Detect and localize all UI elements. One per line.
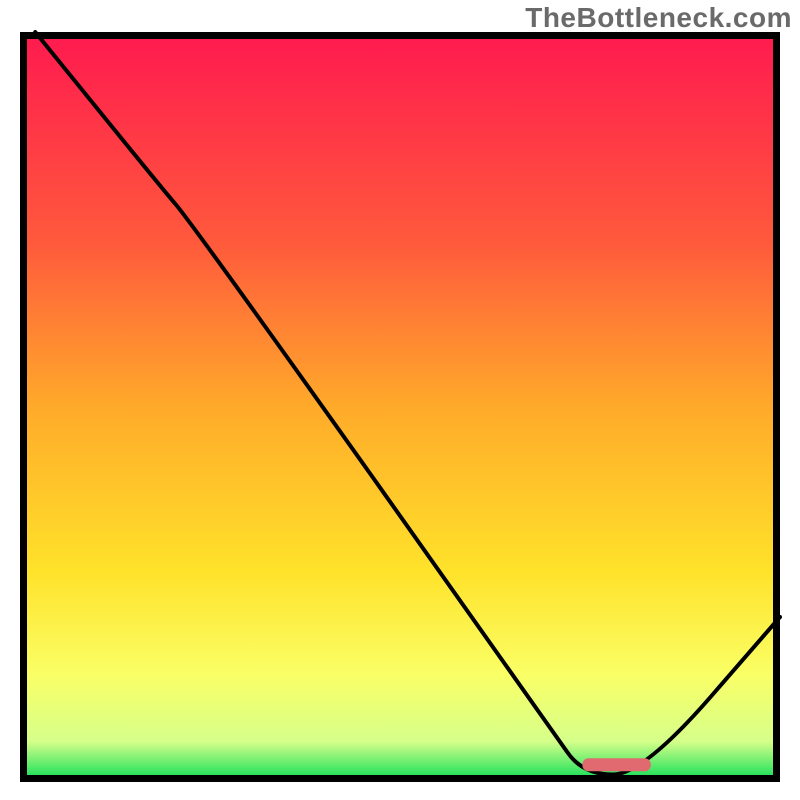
watermark-text: TheBottleneck.com (525, 2, 792, 34)
chart-svg (0, 0, 800, 800)
plot-background (24, 36, 777, 779)
optimal-region-marker (582, 758, 650, 771)
chart-container: TheBottleneck.com (0, 0, 800, 800)
